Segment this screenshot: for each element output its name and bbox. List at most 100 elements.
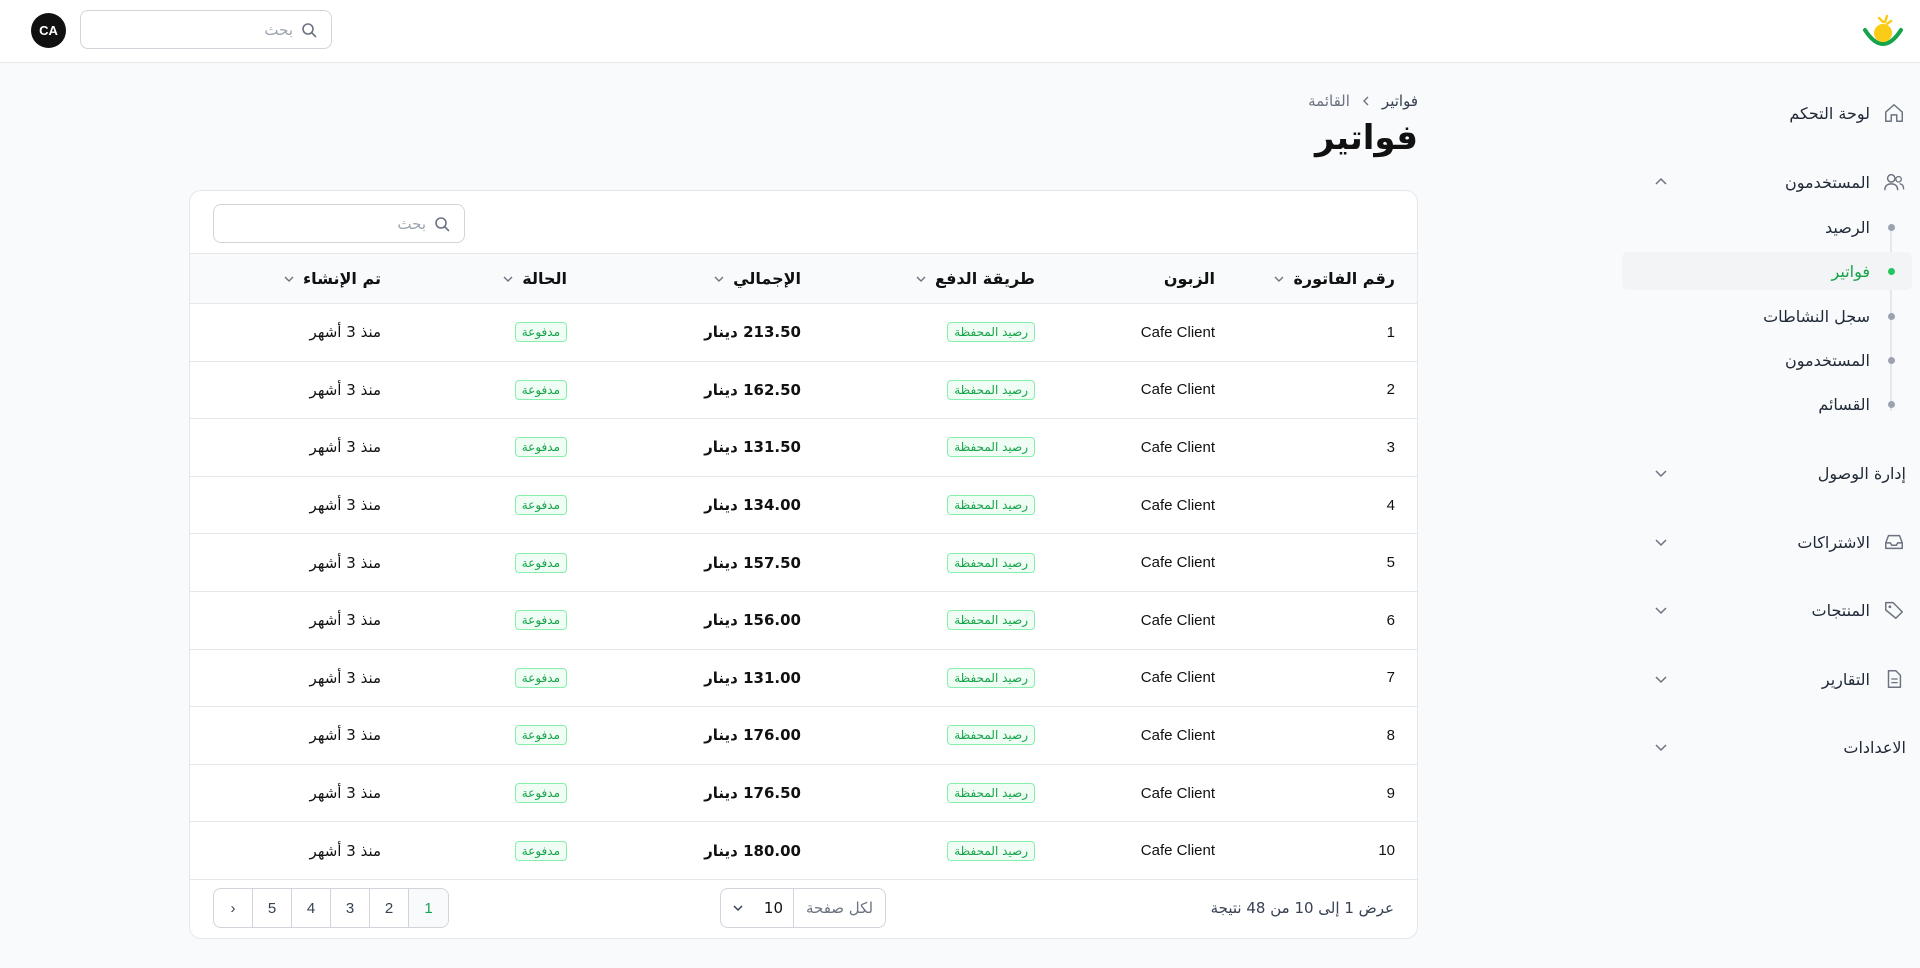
customer-name: Cafe Client [1140,381,1215,399]
page-button-1[interactable]: 1 [409,889,448,927]
column-header-label: الإجمالي [733,269,801,288]
table-row[interactable]: 2 Cafe Client رصيد المحفظة 162.50 دينار مدفو… [190,361,1417,419]
sidebar-group-access[interactable]: إدارة الوصول [1620,451,1920,495]
document-icon [1882,667,1906,691]
invoice-total: 213.50 دينار [704,323,801,342]
payment-method-badge: رصيد المحفظة [947,667,1035,688]
chevron-left-icon [1362,96,1369,106]
page-button-2[interactable]: 2 [370,889,409,927]
sidebar-item-label: إدارة الوصول [1817,463,1906,483]
column-header-label: طريقة الدفع [935,269,1035,288]
inbox-icon [1882,530,1906,554]
bullet-dot [1888,268,1895,275]
column-header-total[interactable]: الإجمالي [567,254,801,304]
table-row[interactable]: 7 Cafe Client رصيد المحفظة 131.00 دينار مدفو… [190,649,1417,707]
breadcrumb-parent[interactable]: القائمة [1308,92,1350,110]
chevron-down-icon [1655,676,1667,684]
sidebar-item-label: لوحة التحكم [1789,103,1870,123]
bullet-dot [1888,357,1895,364]
sidebar-item-label: المستخدمون [1785,172,1870,192]
home-icon [1882,101,1906,125]
chevron-down-icon [1655,470,1667,478]
sidebar-group-settings[interactable]: الاعدادات [1620,725,1920,769]
column-header-label: رقم الفاتورة [1293,269,1395,288]
breadcrumb: فواتير القائمة [1308,92,1418,110]
sidebar-item-label: فواتير [1831,261,1870,281]
invoice-number: 3 [1386,438,1395,456]
invoice-number: 2 [1386,381,1395,399]
table-row[interactable]: 4 Cafe Client رصيد المحفظة 134.00 دينار مدفو… [190,476,1417,534]
page-button-4[interactable]: 4 [292,889,331,927]
status-badge: مدفوعة [514,840,567,861]
invoice-total: 176.00 دينار [704,726,801,745]
table-row[interactable]: 8 Cafe Client رصيد المحفظة 176.00 دينار مدفو… [190,707,1417,765]
table-row[interactable]: 9 Cafe Client رصيد المحفظة 176.50 دينار مدفو… [190,764,1417,822]
sidebar-group-users[interactable]: المستخدمون [1620,160,1920,204]
sidebar-item-coupons[interactable]: القسائم [1628,385,1920,423]
global-search-input[interactable]: بحث [80,10,332,49]
invoice-total: 131.00 دينار [704,668,801,687]
per-page-select[interactable]: لكل صفحة 10 [720,888,886,928]
sidebar-group-reports[interactable]: التقارير [1620,657,1920,701]
table-row[interactable]: 1 Cafe Client رصيد المحفظة 213.50 دينار مدفو… [190,304,1417,362]
table-search-input[interactable]: بحث [213,204,465,243]
sidebar-item-invoices[interactable]: فواتير [1622,252,1912,290]
chevron-down-icon [1655,539,1667,547]
invoice-number: 5 [1386,554,1395,572]
invoice-total: 157.50 دينار [704,553,801,572]
created-date: منذ 3 أشهر [309,553,381,572]
sidebar-item-label: الرصيد [1825,217,1870,237]
table-row[interactable]: 3 Cafe Client رصيد المحفظة 131.50 دينار مدفو… [190,419,1417,477]
payment-method-badge: رصيد المحفظة [947,379,1035,400]
user-avatar[interactable]: CA [31,13,66,48]
sidebar-item-label: القسائم [1818,394,1870,414]
page-button-5[interactable]: 5 [253,889,292,927]
sidebar-item-label: الاشتراكات [1797,532,1870,552]
invoice-total: 134.00 دينار [704,496,801,515]
sidebar-item-users[interactable]: المستخدمون [1628,341,1920,379]
column-header-invoice-no[interactable]: رقم الفاتورة [1215,254,1395,304]
invoice-number: 10 [1378,842,1395,860]
pagination: › 5 4 3 2 1 [213,888,449,928]
sidebar-item-activity-log[interactable]: سجل النشاطات [1628,297,1920,335]
column-header-status[interactable]: الحالة [381,254,567,304]
created-date: منذ 3 أشهر [309,496,381,515]
customer-name: Cafe Client [1140,438,1215,456]
table-row[interactable]: 5 Cafe Client رصيد المحفظة 157.50 دينار مدفو… [190,534,1417,592]
chevron-down-icon [1655,744,1667,752]
sidebar-item-label: المنتجات [1811,600,1871,620]
chevron-up-icon [1655,177,1667,185]
sidebar-group-products[interactable]: المنتجات [1620,588,1920,632]
results-summary: عرض 1 إلى 10 من 48 نتيجة [1210,899,1394,917]
payment-method-badge: رصيد المحفظة [947,725,1035,746]
status-badge: مدفوعة [514,379,567,400]
sidebar-item-balance[interactable]: الرصيد [1628,208,1920,246]
sidebar-item-label: المستخدمون [1785,350,1870,370]
next-page-button[interactable]: › [214,889,253,927]
breadcrumb-current[interactable]: فواتير [1382,92,1418,110]
sidebar-item-dashboard[interactable]: لوحة التحكم [1620,91,1920,135]
per-page-label: لكل صفحة [793,889,885,927]
created-date: منذ 3 أشهر [309,726,381,745]
column-header-payment[interactable]: طريقة الدفع [801,254,1035,304]
column-header-label: الزبون [1163,269,1215,288]
invoice-total: 131.50 دينار [704,438,801,457]
payment-method-badge: رصيد المحفظة [947,840,1035,861]
customer-name: Cafe Client [1140,496,1215,514]
app-logo-icon[interactable] [1862,12,1904,52]
sidebar-group-subscriptions[interactable]: الاشتراكات [1620,520,1920,564]
created-date: منذ 3 أشهر [309,668,381,687]
column-header-label: الحالة [522,269,567,288]
customer-name: Cafe Client [1140,611,1215,629]
column-header-created[interactable]: تم الإنشاء [190,254,381,304]
invoice-total: 176.50 دينار [704,784,801,803]
table-row[interactable]: 6 Cafe Client رصيد المحفظة 156.00 دينار مدفو… [190,591,1417,650]
invoice-number: 8 [1386,726,1395,744]
table-header-row: رقم الفاتورة الزبون طريقة الدفع الإجمالي… [190,253,1417,304]
table-row[interactable]: 10 Cafe Client رصيد المحفظة 180.00 دينار مدف… [190,822,1417,880]
created-date: منذ 3 أشهر [309,323,381,342]
chevron-down-icon [284,276,294,282]
customer-name: Cafe Client [1140,554,1215,572]
bullet-dot [1888,401,1895,408]
page-button-3[interactable]: 3 [331,889,370,927]
